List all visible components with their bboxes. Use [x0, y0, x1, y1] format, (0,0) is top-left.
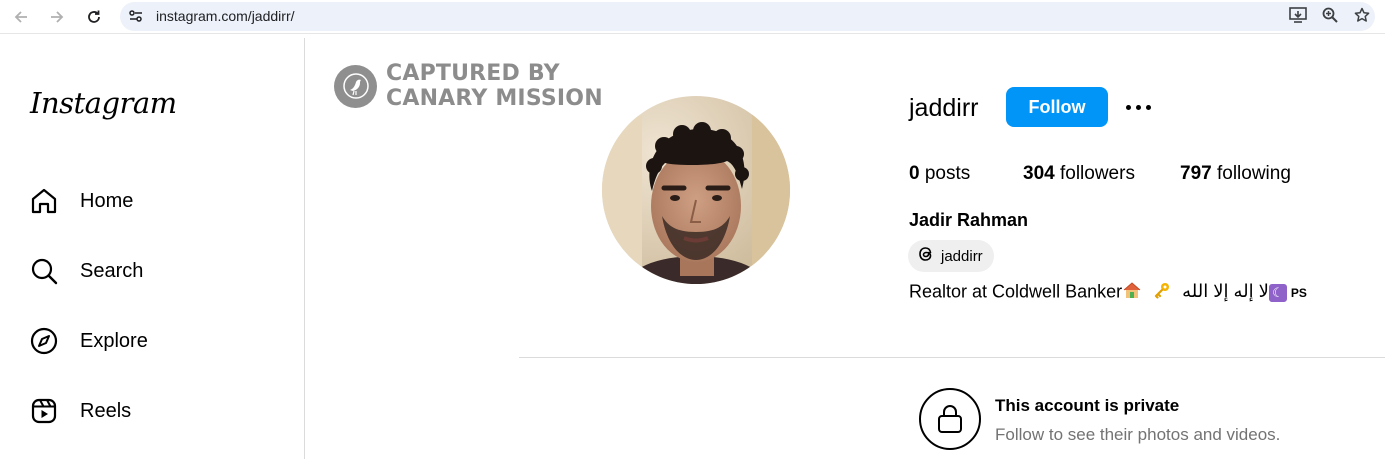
url-text: instagram.com/jaddirr/ — [156, 8, 295, 24]
address-bar[interactable]: instagram.com/jaddirr/ — [120, 2, 1375, 31]
threads-link[interactable]: jaddirr — [908, 240, 994, 272]
following-count-value: 797 — [1180, 163, 1212, 184]
bio-arabic-text: لا إله إلا الله — [1182, 281, 1269, 302]
private-account-title: This account is private — [995, 396, 1180, 415]
install-app-icon[interactable] — [1287, 5, 1309, 25]
profile-username: jaddirr — [909, 94, 979, 122]
threads-handle: jaddirr — [941, 247, 983, 265]
canary-bird-icon — [334, 64, 377, 108]
profile-bio: Realtor at Coldwell Banker لا إله إلا ال… — [909, 281, 1307, 304]
back-arrow-icon[interactable] — [9, 5, 33, 29]
followers-count[interactable]: 304 followers — [1023, 163, 1135, 185]
sidebar: Instagram Home Search Explore Reels — [0, 38, 305, 459]
reload-icon[interactable] — [82, 5, 106, 29]
site-settings-icon[interactable] — [128, 8, 144, 29]
followers-count-value: 304 — [1023, 163, 1055, 184]
follow-button[interactable]: Follow — [1006, 87, 1108, 127]
sidebar-item-explore[interactable]: Explore — [28, 323, 148, 359]
sidebar-item-reels[interactable]: Reels — [28, 393, 131, 429]
private-account-subtitle: Follow to see their photos and videos. — [995, 425, 1281, 444]
following-count-label: following — [1216, 163, 1291, 184]
sidebar-item-label: Reels — [80, 399, 132, 422]
posts-count: 0 posts — [909, 163, 970, 185]
more-options-icon[interactable] — [1122, 96, 1154, 118]
search-icon — [28, 255, 60, 287]
threads-icon — [917, 245, 935, 267]
bookmark-star-icon[interactable] — [1351, 5, 1373, 25]
compass-icon — [28, 325, 60, 357]
forward-arrow-icon[interactable] — [45, 5, 69, 29]
instagram-logo[interactable]: Instagram — [30, 86, 177, 120]
profile-full-name: Jadir Rahman — [909, 210, 1029, 230]
profile-avatar[interactable] — [602, 96, 790, 284]
posts-count-value: 0 — [909, 163, 920, 184]
house-icon — [1122, 281, 1142, 304]
lock-icon — [919, 388, 981, 450]
watermark-line-1: CAPTURED BY — [386, 61, 560, 86]
canary-mission-watermark: CAPTURED BY CANARY MISSION — [334, 61, 603, 111]
followers-count-label: followers — [1059, 163, 1135, 184]
sidebar-item-label: Home — [80, 189, 134, 212]
reels-icon — [28, 395, 60, 427]
sidebar-item-search[interactable]: Search — [28, 253, 143, 289]
bio-ps-text: PS — [1290, 285, 1307, 300]
key-icon — [1153, 281, 1171, 304]
watermark-line-2: CANARY MISSION — [386, 86, 603, 111]
sidebar-item-label: Search — [80, 259, 144, 282]
posts-count-label: posts — [924, 163, 971, 184]
crescent-moon-icon: ☾ — [1268, 283, 1287, 302]
profile-divider — [519, 357, 1385, 358]
sidebar-item-home[interactable]: Home — [28, 183, 133, 219]
following-count[interactable]: 797 following — [1180, 163, 1291, 185]
sidebar-item-label: Explore — [80, 329, 148, 352]
bio-text: Realtor at Coldwell Banker — [909, 281, 1123, 302]
browser-toolbar: instagram.com/jaddirr/ — [0, 0, 1385, 34]
home-icon — [28, 185, 60, 217]
zoom-icon[interactable] — [1319, 5, 1341, 25]
